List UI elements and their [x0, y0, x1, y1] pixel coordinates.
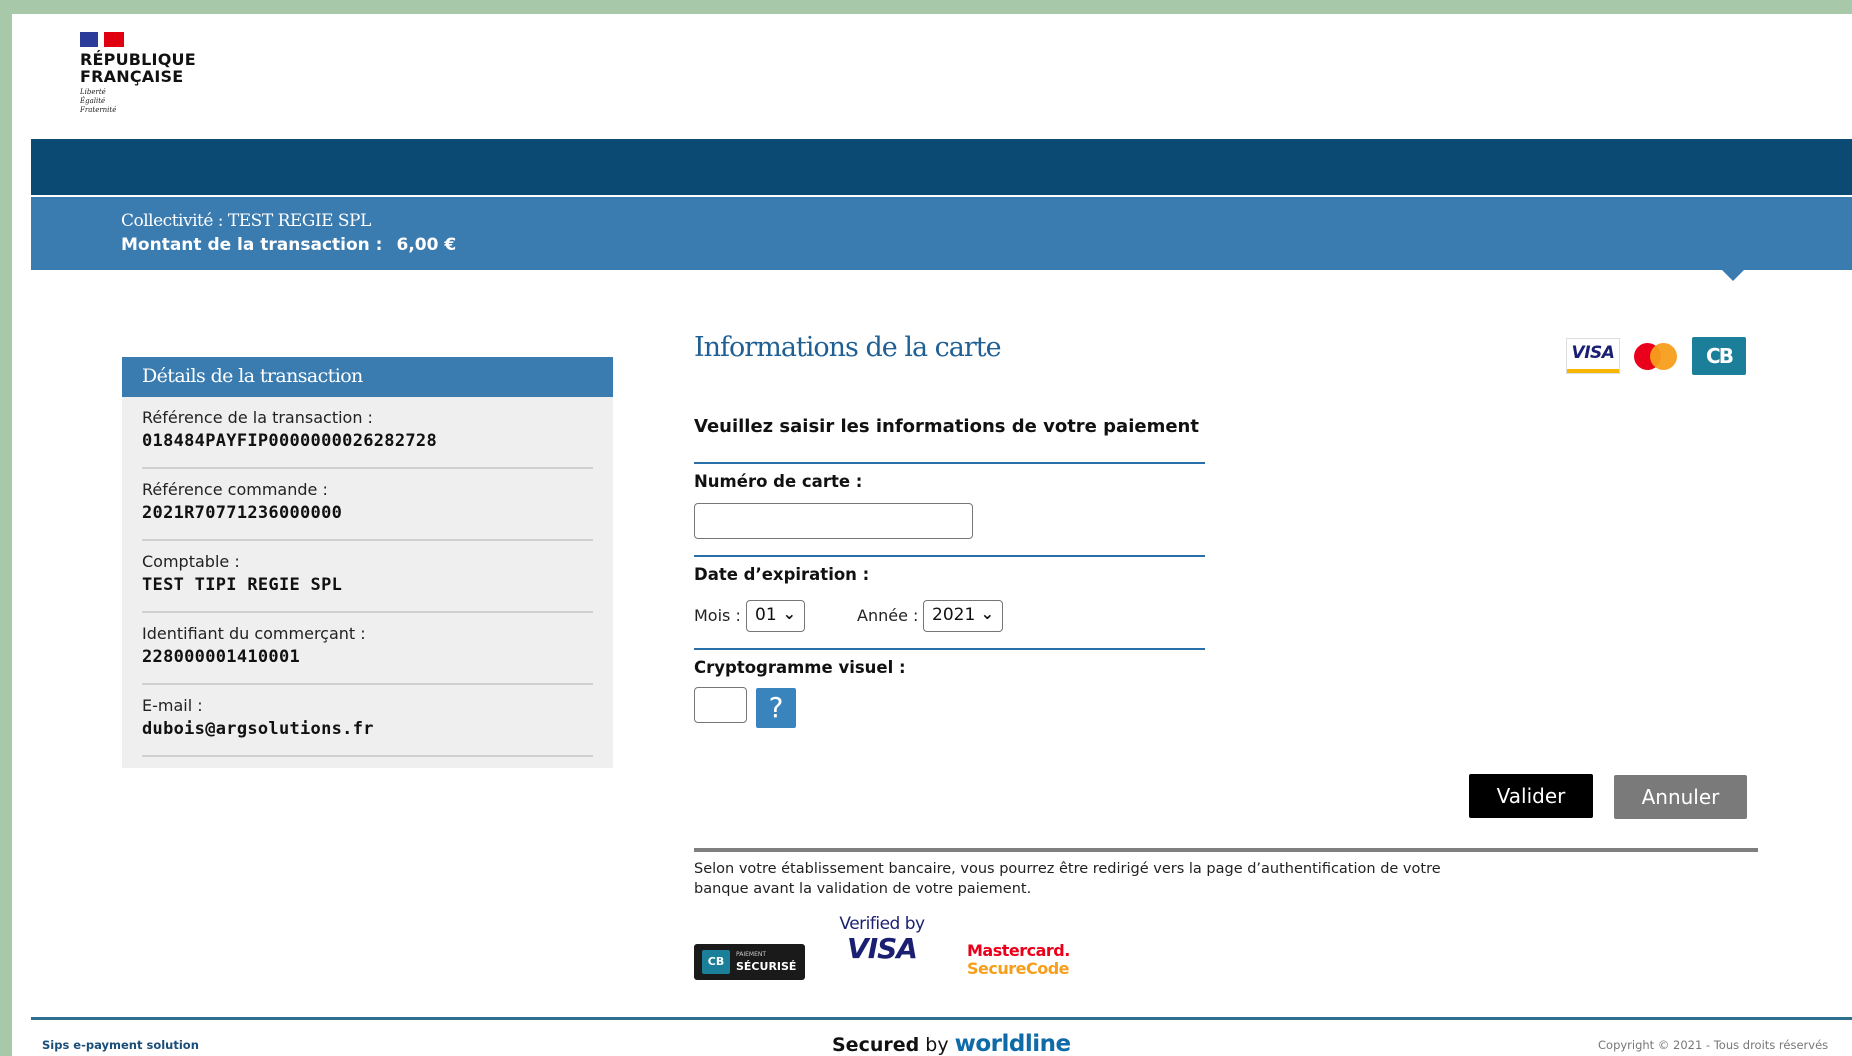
section-separator: [694, 848, 1758, 852]
vbv-line-1: Verified by: [839, 914, 925, 934]
motto-liberte: Liberté: [80, 88, 106, 96]
divider: [694, 648, 1205, 650]
cb-secure-small-text: PAIEMENT: [736, 951, 767, 958]
detail-value: 018484PAYFIP0000000026282728: [142, 431, 437, 451]
chevron-down-icon: ⌄: [980, 604, 994, 623]
expiry-label: Date d’expiration :: [694, 565, 870, 584]
mastercard-icon: [1634, 341, 1678, 371]
cb-icon: CB: [1692, 337, 1746, 375]
footer-sips-text: Sips e-payment solution: [42, 1038, 199, 1052]
detail-value: dubois@argsolutions.fr: [142, 719, 374, 739]
transaction-details-panel: Détails de la transaction Référence de l…: [122, 357, 613, 768]
republique-francaise-logo: RÉPUBLIQUE FRANÇAISE Liberté Égalité Fra…: [80, 32, 196, 115]
cvv-input[interactable]: [694, 687, 747, 723]
detail-label: Référence de la transaction :: [142, 408, 373, 427]
motto-egalite: Égalité: [80, 97, 106, 105]
amount-value: 6,00 €: [396, 235, 457, 255]
cb-mark: CB: [702, 950, 730, 974]
detail-label: Identifiant du commerçant :: [142, 624, 366, 643]
detail-value: 2021R70771236000000: [142, 503, 343, 523]
cb-logo-text: CB: [1706, 344, 1734, 368]
transaction-summary-band: Collectivité : TEST REGIE SPL Montant de…: [31, 197, 1852, 270]
cb-secure-text: SÉCURISÉ: [736, 960, 797, 973]
detail-row: Référence commande : 2021R70771236000000: [142, 469, 593, 541]
cvv-help-button[interactable]: ?: [756, 688, 796, 728]
bank-redirect-notice: Selon votre établissement bancaire, vous…: [694, 861, 1441, 897]
logo-line-1: RÉPUBLIQUE: [80, 50, 196, 69]
divider: [694, 462, 1205, 464]
form-subtitle: Veuillez saisir les informations de votr…: [694, 416, 1199, 437]
motto-fraternite: Fraternité: [80, 106, 117, 114]
footer-secured-by-worldline: Secured by worldline: [832, 1031, 1071, 1056]
msc-line-2: SecureCode: [967, 959, 1070, 978]
footer-divider: [31, 1017, 1852, 1020]
annuler-button[interactable]: Annuler: [1614, 775, 1747, 819]
verified-by-visa-logo: Verified by VISA: [834, 914, 930, 964]
year-label: Année :: [857, 606, 919, 625]
vbv-line-2: VISA: [847, 932, 918, 965]
detail-value: 228000001410001: [142, 647, 301, 667]
logo-motto: Liberté Égalité Fraternité: [80, 88, 196, 115]
worldline-logo: worldline: [954, 1031, 1071, 1056]
visa-icon: VISA: [1566, 338, 1620, 374]
by-text: by: [925, 1034, 949, 1056]
cvv-label: Cryptogramme visuel :: [694, 658, 906, 677]
band-pointer-arrow: [1722, 270, 1744, 281]
detail-value: TEST TIPI REGIE SPL: [142, 575, 343, 595]
detail-label: E-mail :: [142, 696, 203, 715]
detail-row: E-mail : dubois@argsolutions.fr: [142, 685, 593, 757]
french-flag-icon: [80, 32, 124, 47]
card-number-label: Numéro de carte :: [694, 472, 863, 491]
year-select-value: 2021: [932, 605, 976, 625]
month-select[interactable]: 01 ⌄: [746, 600, 805, 632]
header-dark-band: [31, 139, 1852, 195]
accepted-cards: VISA CB: [1566, 337, 1746, 375]
divider: [694, 555, 1205, 557]
amount-label: Montant de la transaction :: [121, 235, 383, 255]
detail-label: Référence commande :: [142, 480, 328, 499]
valider-button[interactable]: Valider: [1469, 774, 1593, 818]
mastercard-securecode-logo: Mastercard. SecureCode: [967, 942, 1070, 978]
footer-copyright: Copyright © 2021 - Tous droits réservés: [1598, 1038, 1829, 1052]
logo-line-2: FRANÇAISE: [80, 67, 184, 86]
collectivite-text: Collectivité : TEST REGIE SPL: [121, 211, 371, 231]
month-label: Mois :: [694, 606, 741, 625]
payment-page: RÉPUBLIQUE FRANÇAISE Liberté Égalité Fra…: [12, 14, 1852, 1056]
cb-paiement-securise-logo: CB PAIEMENT SÉCURISÉ: [694, 944, 805, 980]
detail-row: Identifiant du commerçant : 228000001410…: [142, 613, 593, 685]
detail-row: Référence de la transaction : 018484PAYF…: [142, 397, 593, 469]
secured-text: Secured: [832, 1034, 920, 1056]
chevron-down-icon: ⌄: [782, 604, 796, 623]
card-number-input[interactable]: [694, 503, 973, 539]
month-select-value: 01: [755, 605, 777, 625]
msc-line-1: Mastercard.: [967, 941, 1070, 960]
card-info-title: Informations de la carte: [694, 332, 1002, 363]
detail-row: Comptable : TEST TIPI REGIE SPL: [142, 541, 593, 613]
detail-label: Comptable :: [142, 552, 240, 571]
visa-logo-text: VISA: [1571, 343, 1615, 363]
transaction-amount: Montant de la transaction : 6,00 €: [121, 235, 456, 255]
year-select[interactable]: 2021 ⌄: [923, 600, 1003, 632]
details-title: Détails de la transaction: [122, 357, 613, 397]
